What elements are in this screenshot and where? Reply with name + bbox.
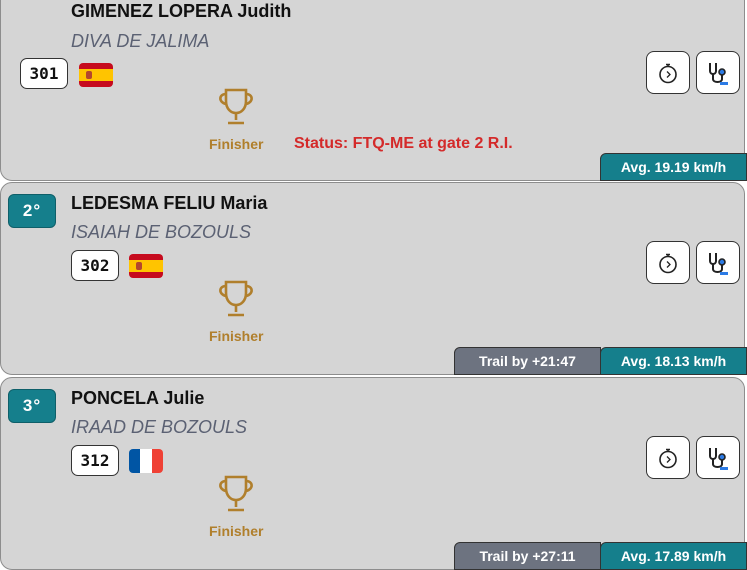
spain-flag-icon xyxy=(79,63,113,87)
horse-name: ISAIAH DE BOZOULS xyxy=(71,222,252,242)
stethoscope-icon xyxy=(709,62,728,85)
horse-name: IRAAD DE BOZOULS xyxy=(71,417,248,437)
vet-check-button[interactable] xyxy=(696,241,740,284)
rank-badge: 2° xyxy=(8,194,56,228)
result-card: 3° PONCELA Julie IRAAD DE BOZOULS 312 Fi… xyxy=(0,377,747,570)
trophy-icon xyxy=(219,88,253,125)
average-speed-badge: Avg. 18.13 km/h xyxy=(600,347,747,375)
stopwatch-icon xyxy=(659,448,677,468)
timing-button[interactable] xyxy=(646,51,690,94)
trail-time-badge: Trail by +27:11 xyxy=(454,542,601,570)
stopwatch-icon xyxy=(659,63,677,83)
result-card: 2° LEDESMA FELIU Maria ISAIAH DE BOZOULS… xyxy=(0,182,747,375)
trophy-icon xyxy=(219,280,253,317)
rider-name: PONCELA Julie xyxy=(71,388,205,408)
status-detail: Status: FTQ-ME at gate 2 R.I. xyxy=(294,135,513,152)
rider-name: GIMENEZ LOPERA Judith xyxy=(71,1,292,21)
vet-check-button[interactable] xyxy=(696,436,740,479)
bib-number: 302 xyxy=(71,250,119,281)
rank-badge: 3° xyxy=(8,389,56,423)
average-speed-badge: Avg. 17.89 km/h xyxy=(600,542,747,570)
timing-button[interactable] xyxy=(646,436,690,479)
france-flag-icon xyxy=(129,449,163,473)
vet-check-button[interactable] xyxy=(696,51,740,94)
stethoscope-icon xyxy=(709,252,728,275)
horse-name: DIVA DE JALIMA xyxy=(71,31,210,51)
finisher-label: Finisher xyxy=(209,523,264,539)
stethoscope-icon xyxy=(709,447,728,470)
bib-number: 312 xyxy=(71,445,119,476)
spain-flag-icon xyxy=(129,254,163,278)
finisher-label: Finisher xyxy=(209,136,264,152)
trophy-icon xyxy=(219,475,253,512)
trail-time-badge: Trail by +21:47 xyxy=(454,347,601,375)
bib-number: 301 xyxy=(20,58,68,89)
rider-name: LEDESMA FELIU Maria xyxy=(71,193,268,213)
result-card: GIMENEZ LOPERA Judith DIVA DE JALIMA 301… xyxy=(0,0,747,181)
average-speed-badge: Avg. 19.19 km/h xyxy=(600,153,747,181)
finisher-label: Finisher xyxy=(209,328,264,344)
stopwatch-icon xyxy=(659,253,677,273)
timing-button[interactable] xyxy=(646,241,690,284)
